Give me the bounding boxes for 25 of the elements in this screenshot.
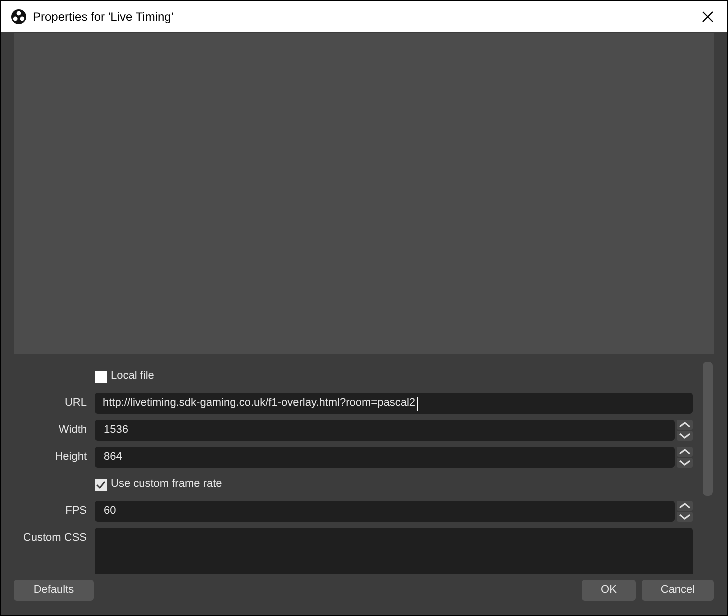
spin-down-icon[interactable] bbox=[677, 512, 693, 522]
number-field[interactable]: 60 bbox=[95, 501, 675, 522]
spin-down-icon[interactable] bbox=[677, 458, 693, 468]
spin-down-icon[interactable] bbox=[677, 431, 693, 441]
window-title: Properties for 'Live Timing' bbox=[33, 8, 175, 26]
dialog-button[interactable]: Cancel bbox=[642, 580, 714, 601]
spin-up-icon[interactable] bbox=[677, 447, 693, 457]
app-logo-icon bbox=[11, 8, 27, 24]
defaults-button[interactable]: Defaults bbox=[14, 580, 94, 601]
check-icon bbox=[96, 480, 106, 490]
spin-up-icon[interactable] bbox=[677, 501, 693, 511]
scrollbar[interactable] bbox=[703, 362, 713, 496]
field-label: Custom CSS bbox=[22, 531, 87, 546]
close-icon[interactable] bbox=[702, 10, 714, 22]
checkbox[interactable]: Local file bbox=[95, 366, 154, 387]
checkbox[interactable]: Use custom frame rate bbox=[95, 474, 222, 495]
number-field[interactable]: 1536 bbox=[95, 420, 675, 441]
field-label: FPS bbox=[64, 504, 87, 519]
field-label: Width bbox=[58, 423, 87, 438]
number-field[interactable]: 864 bbox=[95, 447, 675, 468]
url-field[interactable]: http://livetiming.sdk-gaming.co.uk/f1-overlay.html?room=pascal2 bbox=[95, 393, 693, 414]
spin-up-icon[interactable] bbox=[677, 420, 693, 430]
field-label: Height bbox=[54, 450, 87, 465]
field-label: URL bbox=[64, 396, 87, 411]
dialog-button[interactable]: OK bbox=[582, 580, 636, 601]
